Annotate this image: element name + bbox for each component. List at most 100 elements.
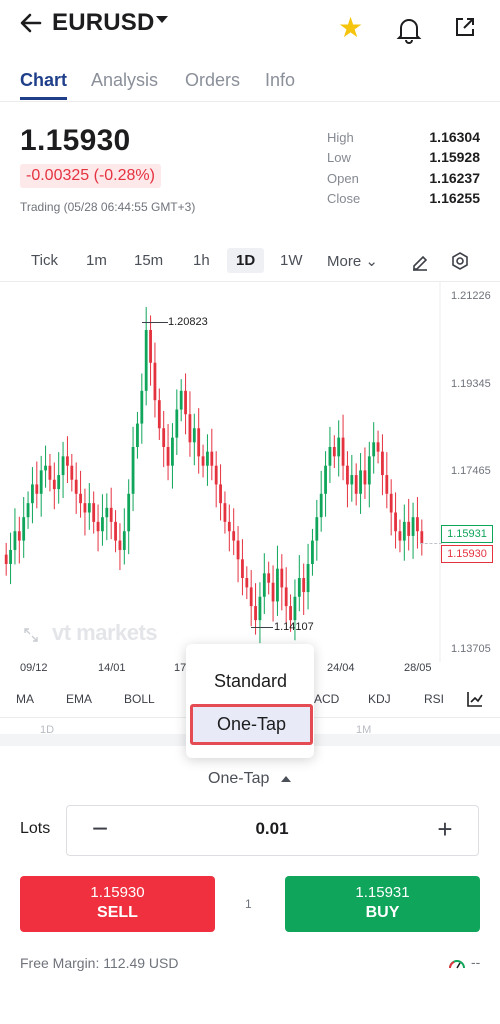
candle-body (407, 521, 411, 536)
candle-body (315, 517, 319, 541)
timeframe-tick[interactable]: Tick (31, 252, 58, 269)
candle-body (284, 587, 288, 607)
candle-body (17, 531, 21, 541)
candle-body (13, 531, 17, 550)
tab-orders[interactable]: Orders (185, 70, 240, 91)
chevron-down-icon: ⌄ (365, 253, 378, 270)
candle-body (420, 531, 424, 544)
candle-body (127, 493, 131, 532)
candle-body (153, 362, 157, 401)
lots-value[interactable]: 0.01 (230, 819, 314, 839)
candle-body (337, 437, 341, 457)
timeframe-15m[interactable]: 15m (134, 252, 163, 269)
free-margin: Free Margin: 112.49 USD (20, 955, 179, 971)
tab-chart[interactable]: Chart (20, 70, 67, 91)
chevron-down-icon[interactable] (156, 16, 168, 23)
candle-body (354, 475, 358, 494)
timeframe-1m[interactable]: 1m (86, 252, 107, 269)
candle-body (39, 470, 43, 494)
indicator-ma[interactable]: MA (16, 692, 34, 706)
indicator-kdj[interactable]: KDJ (368, 692, 391, 706)
indicator-macd[interactable]: ACD (314, 692, 339, 706)
indicator-rsi[interactable]: RSI (424, 692, 444, 706)
stat-high-label: High (327, 130, 354, 145)
candle-body (346, 465, 349, 485)
candle-body (140, 390, 144, 424)
candle-body (74, 479, 78, 494)
candle-body (149, 329, 152, 363)
candle-body (306, 563, 310, 593)
chevron-up-icon[interactable] (281, 776, 291, 782)
timeframe-1d[interactable]: 1D (227, 248, 265, 273)
candle-body (249, 587, 253, 607)
timeframe-1h[interactable]: 1h (193, 252, 210, 269)
candle-body (192, 428, 196, 443)
pencil-icon[interactable] (410, 252, 430, 272)
timeframe-1w[interactable]: 1W (280, 252, 303, 269)
trading-status: Trading (05/28 06:44:55 GMT+3) (20, 200, 196, 214)
candle-body (96, 521, 100, 532)
candle-body (267, 573, 271, 583)
candle-body (328, 446, 332, 466)
order-type-standard[interactable]: Standard (214, 671, 287, 692)
candle-body (332, 446, 336, 457)
plus-icon[interactable]: + (433, 814, 457, 844)
order-type-selector[interactable]: One-Tap (208, 770, 269, 788)
expand-icon[interactable] (24, 628, 38, 642)
tab-info[interactable]: Info (265, 70, 295, 91)
ask-price-tag: 1.15931 (441, 525, 493, 543)
indicator-chart-icon[interactable] (466, 690, 484, 708)
candle-body (289, 606, 292, 621)
candle-body (232, 531, 236, 541)
buy-button[interactable]: 1.15931 BUY (285, 876, 480, 932)
y-tick-label: 1.13705 (451, 643, 491, 655)
share-icon[interactable] (453, 15, 479, 41)
candle-body (184, 390, 187, 415)
stat-low-value: 1.15928 (429, 149, 480, 165)
candle-body (398, 531, 402, 541)
current-price: 1.15930 (20, 124, 131, 157)
candle-body (87, 503, 91, 513)
settings-hexagon-icon[interactable] (450, 251, 470, 271)
candle-body (118, 540, 122, 550)
candle-body (389, 493, 393, 513)
more-label: More (327, 253, 362, 270)
order-type-one-tap[interactable]: One-Tap (190, 704, 313, 745)
candle-body (175, 409, 179, 438)
candle-body (114, 521, 117, 541)
indicator-boll[interactable]: BOLL (124, 692, 155, 706)
stat-high-value: 1.16304 (429, 129, 480, 145)
margin-gauge-icon[interactable] (448, 955, 466, 971)
candle-body (179, 390, 183, 410)
candle-body (385, 475, 389, 494)
back-arrow-icon[interactable] (18, 10, 48, 36)
vt-markets-watermark: vt markets (52, 620, 158, 645)
candle-body (223, 503, 227, 522)
candle-body (66, 456, 69, 466)
low-marker-line (251, 627, 273, 628)
stat-close-value: 1.16255 (429, 190, 480, 206)
current-price-line (420, 543, 442, 544)
bid-price-tag: 1.15930 (441, 545, 493, 563)
y-tick-label: 1.19345 (451, 378, 491, 390)
bell-icon[interactable] (396, 15, 422, 45)
high-marker-line (142, 322, 168, 323)
x-tick-label: 28/05 (404, 662, 432, 674)
y-tick-label: 1.17465 (451, 465, 491, 477)
star-icon[interactable]: ★ (338, 14, 363, 42)
minus-icon[interactable]: − (88, 814, 112, 844)
indicator-ema[interactable]: EMA (66, 692, 92, 706)
candle-body (22, 517, 26, 541)
spread-value: 1 (245, 897, 252, 911)
x-tick-label: 14/01 (98, 662, 126, 674)
candle-body (44, 465, 47, 471)
candle-body (26, 503, 30, 518)
timeframe-more-button[interactable]: More ⌄ (327, 252, 378, 270)
high-marker-label: 1.20823 (168, 316, 208, 328)
candle-body (70, 465, 74, 480)
sell-button[interactable]: 1.15930 SELL (20, 876, 215, 932)
buy-price: 1.15931 (355, 884, 410, 901)
candle-body (341, 437, 345, 466)
tab-analysis[interactable]: Analysis (91, 70, 158, 91)
symbol-title[interactable]: EURUSD (52, 9, 155, 37)
